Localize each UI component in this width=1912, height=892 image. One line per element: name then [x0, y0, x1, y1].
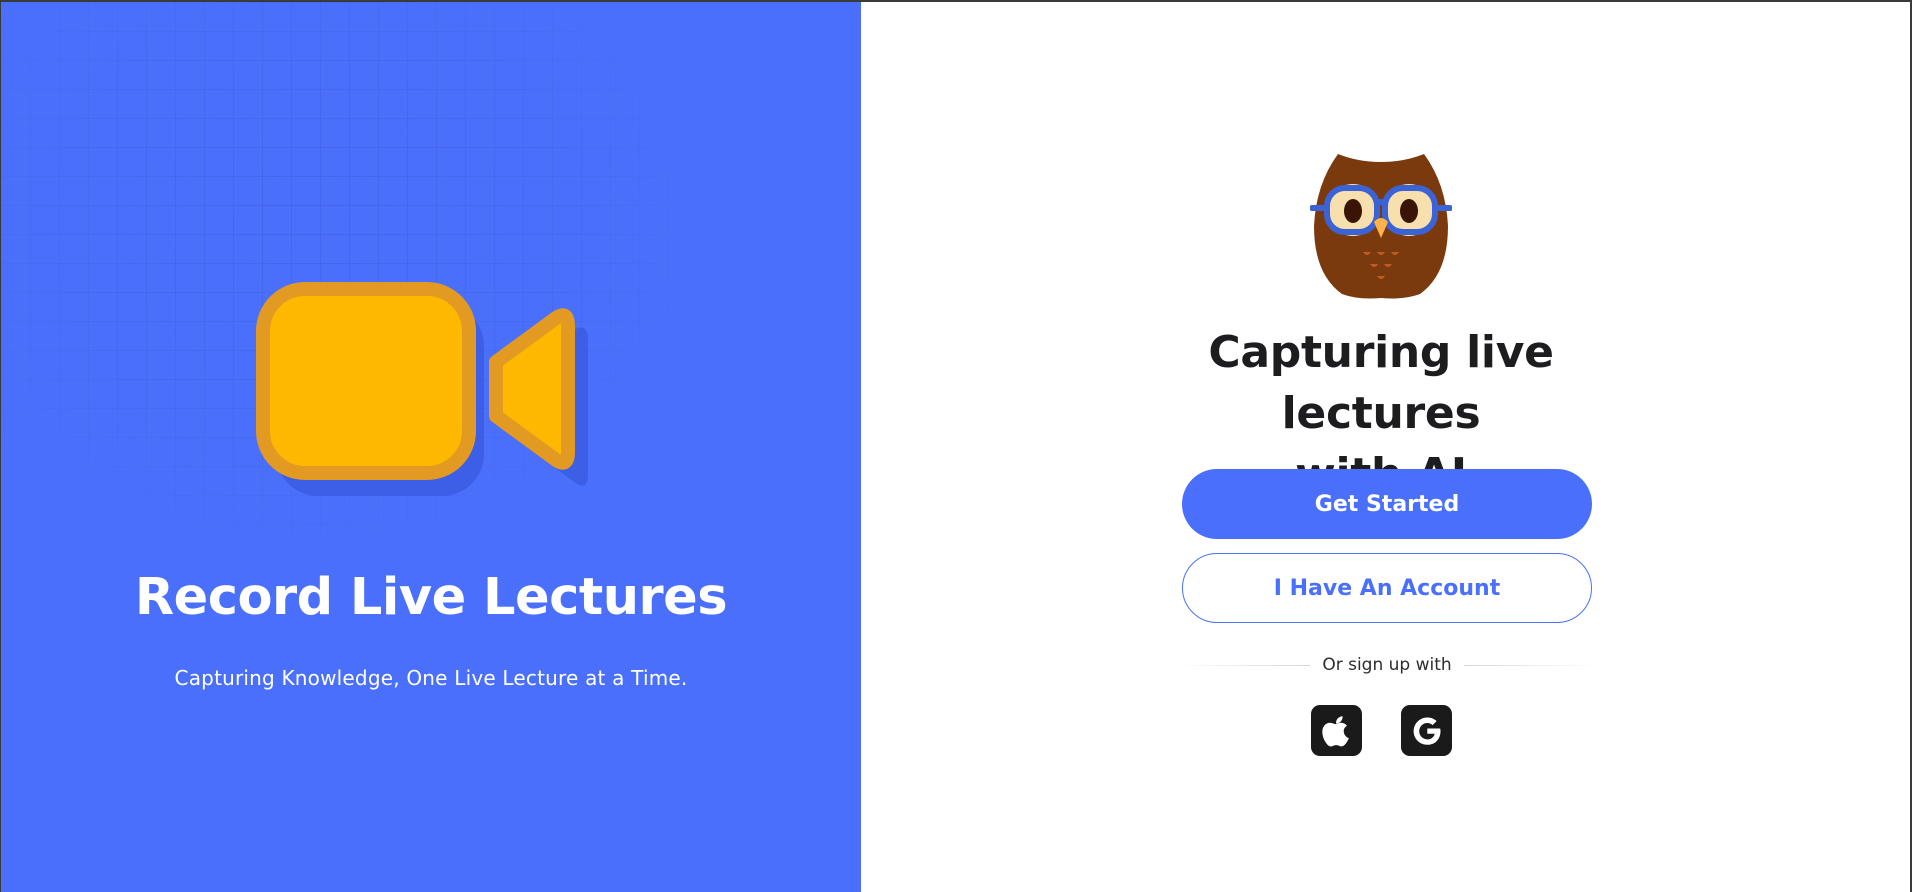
hero-title: Record Live Lectures: [134, 568, 728, 627]
have-account-button[interactable]: I Have An Account: [1182, 553, 1592, 623]
apple-icon: [1321, 715, 1349, 746]
headline-line-1: Capturing live lectures: [1208, 327, 1554, 439]
divider-line-right: [1463, 664, 1598, 666]
google-signin-button[interactable]: [1401, 705, 1452, 756]
divider-text: Or sign up with: [1322, 655, 1452, 675]
get-started-button[interactable]: Get Started: [1182, 469, 1592, 539]
video-camera-icon: [256, 282, 588, 496]
owl-mascot-icon: [1310, 154, 1452, 299]
hero-panel: Record Live Lectures Capturing Knowledge…: [1, 2, 861, 892]
auth-panel: Capturing live lectures with AI Get Star…: [861, 2, 1910, 892]
app-window: Record Live Lectures Capturing Knowledge…: [0, 0, 1912, 892]
google-icon: [1413, 717, 1440, 745]
divider-line-left: [1177, 664, 1311, 666]
apple-signin-button[interactable]: [1311, 705, 1362, 756]
hero-subtitle: Capturing Knowledge, One Live Lecture at…: [174, 666, 688, 690]
signup-divider: Or sign up with: [1177, 652, 1598, 678]
